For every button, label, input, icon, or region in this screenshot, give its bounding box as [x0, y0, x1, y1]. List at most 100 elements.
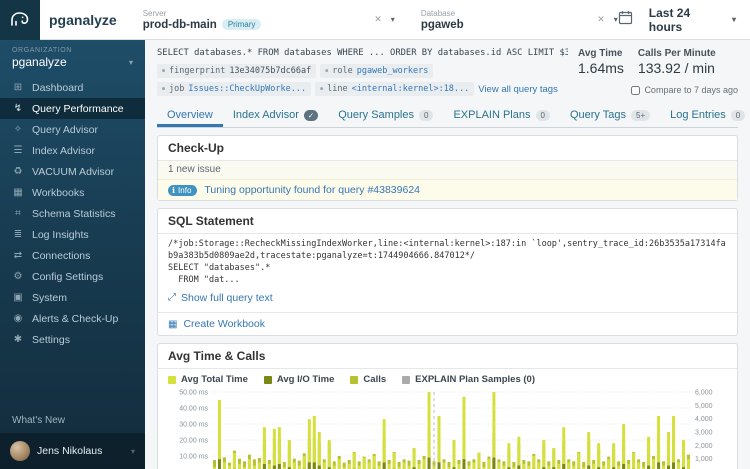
- query-advisor-icon: ✧: [12, 124, 24, 135]
- avg-time-calls-chart: 0.00 ms10.00 ms20.00 ms30.00 ms40.00 ms5…: [168, 387, 727, 469]
- user-avatar: [10, 441, 30, 461]
- server-dropdown-icon[interactable]: ▾: [391, 15, 395, 24]
- show-full-query-label: Show full query text: [181, 292, 273, 304]
- tag-line[interactable]: ● line <internal:kernel>:18...: [315, 82, 474, 96]
- time-range-selector[interactable]: Last 24 hours ▾: [649, 6, 736, 34]
- brand-wordmark[interactable]: pganalyze: [49, 12, 117, 28]
- index-advisor-icon: ☰: [12, 145, 24, 156]
- legend-item-avg-total-time[interactable]: Avg Total Time: [168, 374, 248, 385]
- legend-label: EXPLAIN Plan Samples (0): [415, 374, 535, 385]
- database-label: Database: [421, 9, 464, 18]
- app-root: pganalyze Server prod-db-main Primary ✕ …: [0, 0, 750, 469]
- tab-log-entries[interactable]: Log Entries0: [660, 104, 750, 127]
- schema-statistics-icon: ⌗: [12, 208, 24, 219]
- tuning-opportunity-link[interactable]: Tuning opportunity found for query #4383…: [204, 184, 420, 196]
- sidebar-item-workbooks[interactable]: ▦Workbooks: [0, 182, 145, 203]
- organization-label: ORGANIZATION: [12, 47, 133, 54]
- check-up-title: Check-Up: [158, 136, 737, 161]
- svg-text:20.00 ms: 20.00 ms: [179, 438, 208, 445]
- whats-new-link[interactable]: What's New: [0, 408, 145, 433]
- sidebar-item-label: Index Advisor: [32, 145, 95, 157]
- tag-line-label: line: [327, 84, 347, 94]
- sidebar-item-label: Query Performance: [32, 103, 124, 115]
- tab-badge: 0: [536, 110, 550, 121]
- main-content: SELECT databases.* FROM databases WHERE …: [145, 40, 750, 469]
- sidebar-item-label: Config Settings: [32, 271, 103, 283]
- query-title: SELECT databases.* FROM databases WHERE …: [157, 48, 568, 58]
- sidebar-item-label: Alerts & Check-Up: [32, 313, 118, 325]
- chart-title: Avg Time & Calls: [158, 344, 737, 369]
- sql-text: /*job:Storage::RecheckMissingIndexWorker…: [168, 239, 727, 287]
- query-tabs: OverviewIndex Advisor✓Query Samples0EXPL…: [157, 104, 738, 128]
- sidebar-item-label: Log Insights: [32, 229, 89, 241]
- legend-label: Avg Total Time: [181, 374, 248, 385]
- calendar-icon[interactable]: [618, 10, 633, 30]
- elephant-icon: [8, 8, 32, 32]
- tag-job[interactable]: ● job Issues::CheckUpWorke...: [157, 82, 311, 96]
- new-issue-count: 1 new issue: [158, 161, 737, 180]
- svg-text:50.00 ms: 50.00 ms: [179, 390, 208, 397]
- calls-per-minute-value: 133.92 / min: [638, 60, 716, 76]
- tag-fingerprint[interactable]: ● fingerprint 13e34075b7dc66af: [157, 64, 316, 78]
- legend-item-avg-i-o-time[interactable]: Avg I/O Time: [264, 374, 335, 385]
- tab-label: Query Samples: [338, 109, 414, 121]
- database-clear-icon[interactable]: ✕: [597, 14, 605, 25]
- sidebar-item-label: Dashboard: [32, 82, 83, 94]
- legend-item-explain-plan-samples-0[interactable]: EXPLAIN Plan Samples (0): [402, 374, 535, 385]
- avg-time-calls-card: Avg Time & Calls Avg Total Time Avg I/O T…: [157, 343, 738, 469]
- info-icon: ℹ: [172, 186, 175, 195]
- svg-text:5,000: 5,000: [695, 403, 713, 410]
- expand-icon: ⤢: [168, 292, 176, 303]
- sidebar-item-connections[interactable]: ⇄Connections: [0, 245, 145, 266]
- chart-legend: Avg Total Time Avg I/O Time Calls EXPLAIN P…: [168, 374, 727, 385]
- create-workbook-label: Create Workbook: [183, 318, 265, 330]
- legend-swatch: [402, 376, 410, 384]
- sidebar-item-settings[interactable]: ✱Settings: [0, 329, 145, 350]
- user-name: Jens Nikolaus: [37, 445, 124, 457]
- avg-time-value: 1.64ms: [578, 60, 624, 76]
- tab-query-tags[interactable]: Query Tags5+: [560, 104, 660, 127]
- pganalyze-logo[interactable]: [0, 0, 40, 40]
- settings-icon: ✱: [12, 334, 24, 345]
- avg-time-label: Avg Time: [578, 48, 624, 59]
- tab-explain-plans[interactable]: EXPLAIN Plans0: [443, 104, 560, 127]
- create-workbook-link[interactable]: ▦ Create Workbook: [158, 312, 737, 335]
- tab-index-advisor[interactable]: Index Advisor✓: [223, 104, 328, 127]
- sidebar-item-schema-statistics[interactable]: ⌗Schema Statistics: [0, 203, 145, 224]
- calls-per-minute-label: Calls Per Minute: [638, 48, 716, 59]
- sidebar-item-config-settings[interactable]: ⚙Config Settings: [0, 266, 145, 287]
- sql-statement-card: SQL Statement /*job:Storage::RecheckMiss…: [157, 208, 738, 336]
- tab-label: Log Entries: [670, 109, 726, 121]
- sidebar-item-log-insights[interactable]: ≣Log Insights: [0, 224, 145, 245]
- organization-selector[interactable]: pganalyze ▾: [12, 55, 133, 69]
- sidebar-item-query-advisor[interactable]: ✧Query Advisor: [0, 119, 145, 140]
- show-full-query-link[interactable]: ⤢ Show full query text: [168, 292, 273, 304]
- view-all-query-tags-link[interactable]: View all query tags: [478, 84, 558, 95]
- compare-checkbox[interactable]: [631, 86, 640, 95]
- tab-badge: ✓: [304, 110, 318, 121]
- sidebar-item-query-performance[interactable]: ↯Query Performance: [0, 98, 145, 119]
- tab-badge: 0: [419, 110, 433, 121]
- user-menu[interactable]: Jens Nikolaus ▾: [0, 433, 145, 469]
- sidebar-item-dashboard[interactable]: ⊞Dashboard: [0, 77, 145, 98]
- sidebar-item-vacuum-advisor[interactable]: ♻VACUUM Advisor: [0, 161, 145, 182]
- sidebar-item-index-advisor[interactable]: ☰ Index Advisor: [0, 140, 145, 161]
- check-up-card: Check-Up 1 new issue ℹ Info Tuning oppor…: [157, 135, 738, 201]
- tag-role[interactable]: ● role pgaweb_workers: [320, 64, 433, 78]
- tab-query-samples[interactable]: Query Samples 0: [328, 104, 443, 127]
- server-selector[interactable]: Server prod-db-main Primary ✕ ▾: [143, 9, 395, 31]
- database-selector[interactable]: Database pgaweb ✕ ▾: [421, 9, 618, 31]
- svg-text:40.00 ms: 40.00 ms: [179, 406, 208, 413]
- tab-overview[interactable]: Overview: [157, 104, 223, 127]
- sidebar-item-alerts-check-up[interactable]: ◉Alerts & Check-Up: [0, 308, 145, 329]
- server-clear-icon[interactable]: ✕: [374, 14, 382, 25]
- legend-label: Avg I/O Time: [277, 374, 335, 385]
- calls-per-minute-stat: Calls Per Minute 133.92 / min: [638, 48, 716, 76]
- compare-toggle[interactable]: Compare to 7 days ago: [578, 85, 738, 95]
- fingerprint-icon: ●: [162, 68, 165, 74]
- workbook-icon: ▦: [168, 319, 177, 330]
- legend-label: Calls: [363, 374, 386, 385]
- legend-item-calls[interactable]: Calls: [350, 374, 386, 385]
- svg-text:3,000: 3,000: [695, 430, 713, 437]
- sidebar-item-system[interactable]: ▣System: [0, 287, 145, 308]
